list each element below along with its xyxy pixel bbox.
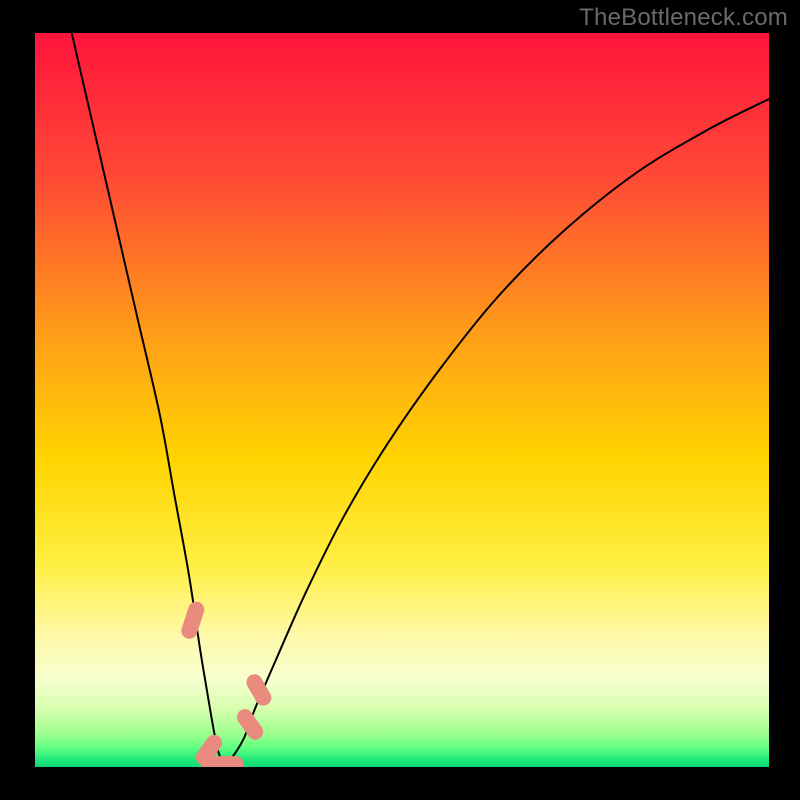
bottleneck-chart (35, 33, 769, 767)
trough-marker-2 (201, 756, 244, 767)
chart-frame: TheBottleneck.com (0, 0, 800, 800)
severity-gradient (35, 33, 769, 767)
watermark-text: TheBottleneck.com (579, 4, 788, 32)
